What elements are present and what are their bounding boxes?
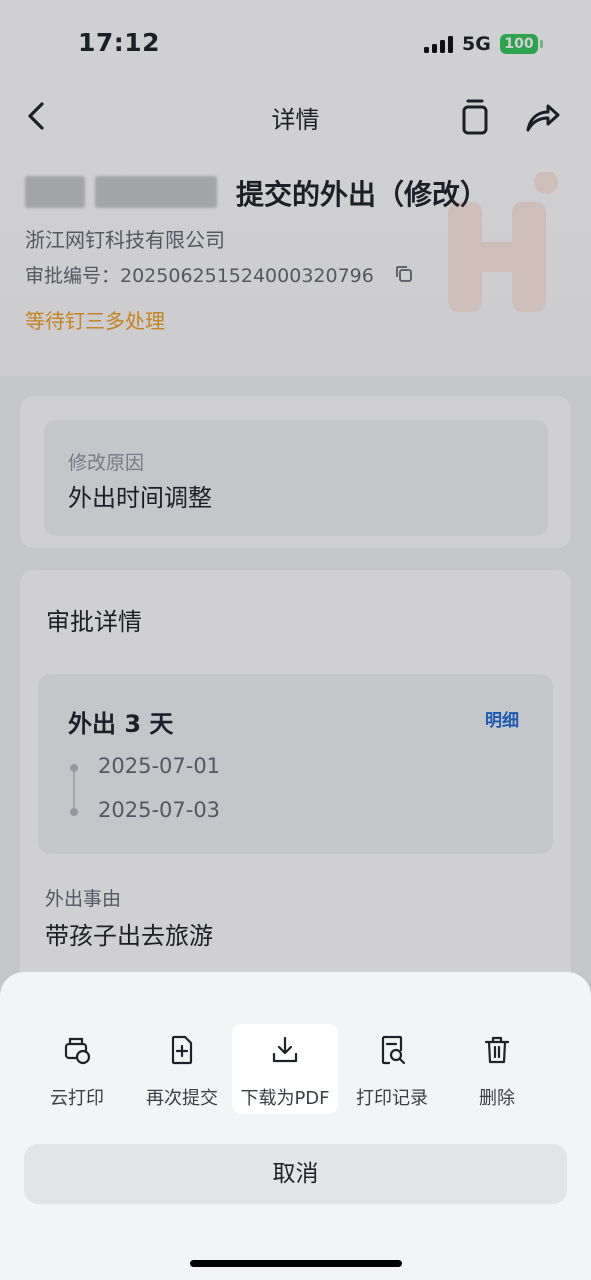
action-label: 删除	[479, 1088, 515, 1109]
action-label: 打印记录	[356, 1088, 428, 1109]
action-sheet: 云打印 再次提交 下载为PDF 打印记录 删除 取消	[0, 972, 591, 1280]
home-indicator	[190, 1260, 402, 1267]
action-label: 云打印	[50, 1088, 104, 1109]
cloud-print-button[interactable]: 云打印	[24, 1024, 130, 1114]
print-record-button[interactable]: 打印记录	[339, 1024, 445, 1114]
action-label: 再次提交	[146, 1088, 218, 1109]
download-icon	[272, 1036, 298, 1063]
download-pdf-button[interactable]: 下载为PDF	[232, 1024, 338, 1114]
resubmit-button[interactable]: 再次提交	[129, 1024, 235, 1114]
delete-button[interactable]: 删除	[444, 1024, 550, 1114]
trash-icon	[484, 1036, 510, 1064]
print-record-icon	[381, 1035, 406, 1065]
resubmit-icon	[171, 1035, 193, 1065]
cancel-button[interactable]: 取消	[24, 1144, 567, 1204]
action-label: 下载为PDF	[240, 1088, 330, 1109]
cloud-print-icon	[64, 1037, 91, 1065]
